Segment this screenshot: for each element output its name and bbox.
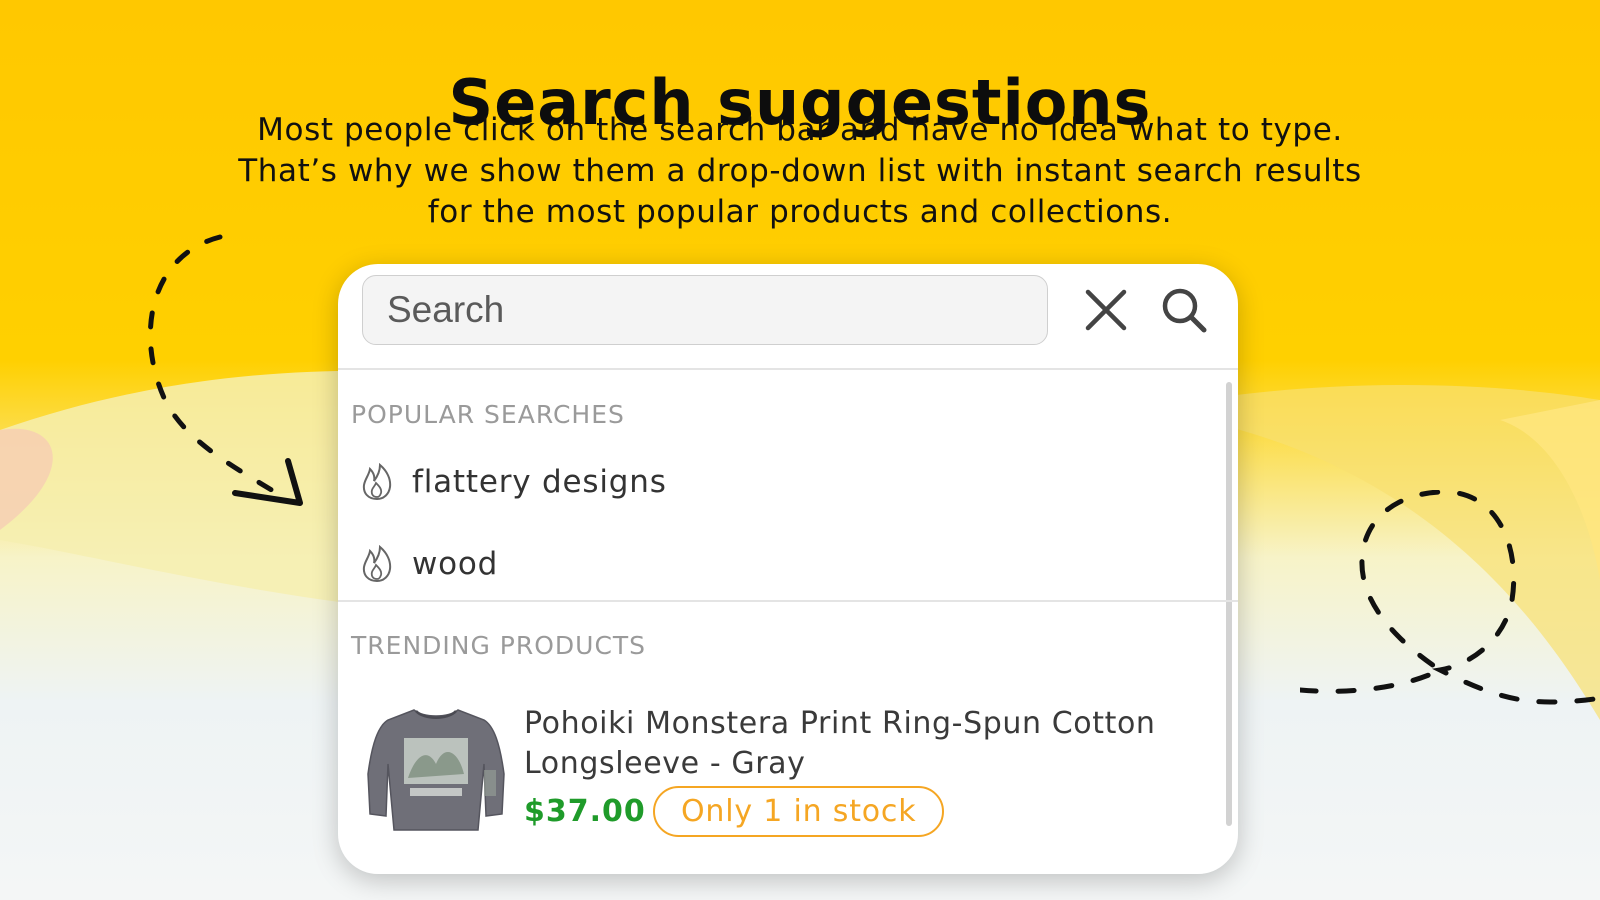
page-description: Most people click on the search bar and …	[180, 110, 1420, 233]
stock-badge: Only 1 in stock	[653, 786, 945, 837]
popular-searches-heading: POPULAR SEARCHES	[351, 400, 625, 429]
product-name-line: Pohoiki Monstera Print Ring-Spun Cotton	[524, 706, 1156, 741]
trending-product-item[interactable]: Pohoiki Monstera Print Ring-Spun Cotton …	[360, 694, 1210, 854]
product-price: $37.00	[524, 794, 646, 829]
description-line: for the most popular products and collec…	[427, 194, 1173, 230]
trending-products-heading: TRENDING PRODUCTS	[351, 631, 647, 660]
popular-search-item[interactable]: wood	[360, 535, 1180, 593]
flame-icon	[362, 545, 392, 583]
search-input[interactable]	[362, 275, 1048, 345]
dashed-arrow-decoration	[147, 234, 303, 506]
product-name-line: Longsleeve - Gray	[524, 746, 806, 781]
scrollbar[interactable]	[1226, 382, 1232, 826]
header-divider	[338, 368, 1238, 370]
search-dropdown-panel: POPULAR SEARCHES flattery designs wood T…	[338, 264, 1238, 874]
popular-search-label: flattery designs	[412, 464, 667, 500]
search-icon[interactable]	[1158, 284, 1210, 336]
product-name: Pohoiki Monstera Print Ring-Spun Cotton …	[524, 704, 1184, 784]
flame-icon	[362, 463, 392, 501]
dashed-loop-decoration	[1300, 490, 1600, 705]
description-line: That’s why we show them a drop-down list…	[238, 153, 1362, 189]
close-icon[interactable]	[1080, 284, 1132, 336]
gray-longsleeve-shirt-image	[367, 709, 505, 831]
section-divider	[338, 600, 1238, 602]
popular-search-label: wood	[412, 546, 499, 582]
description-line: Most people click on the search bar and …	[257, 112, 1343, 148]
popular-search-item[interactable]: flattery designs	[360, 453, 1180, 511]
